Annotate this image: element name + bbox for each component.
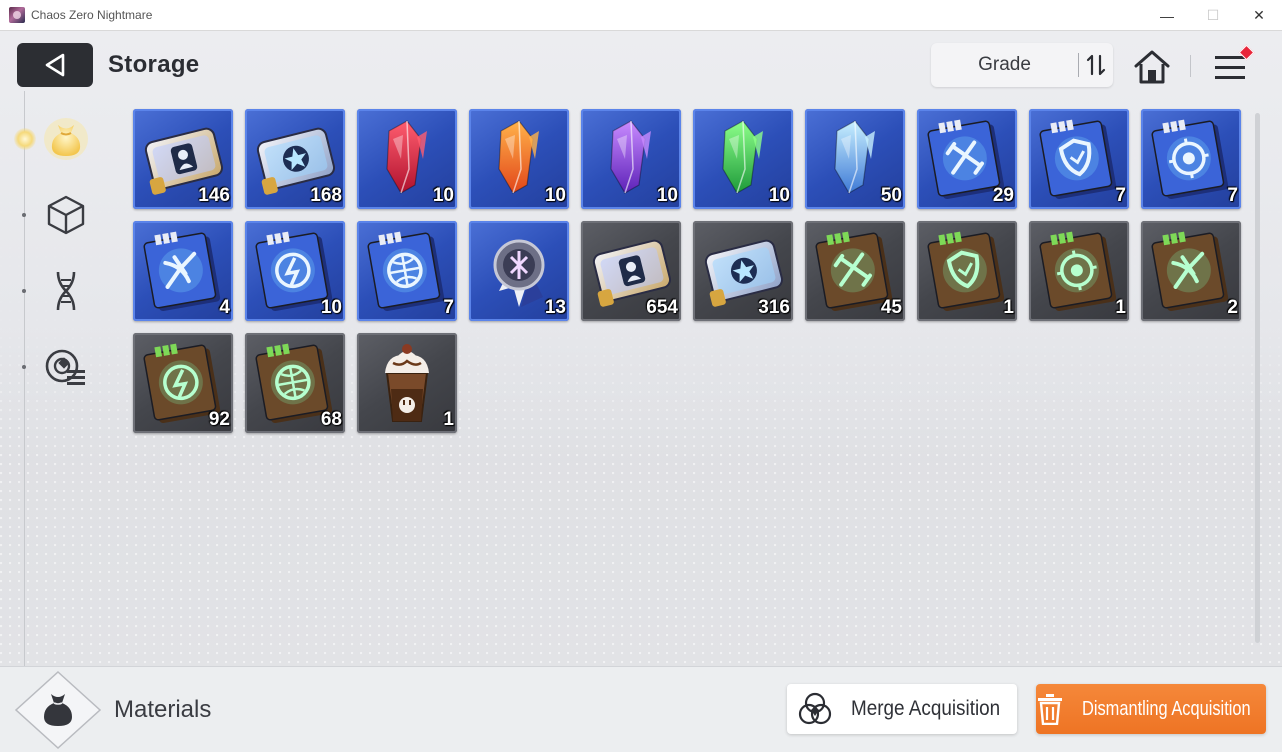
trash-icon — [1038, 694, 1062, 725]
sidebar-track — [24, 91, 25, 666]
item-count: 2 — [1227, 297, 1238, 318]
inventory-item[interactable]: 1 — [1029, 221, 1129, 321]
storage-screen: Storage Grade 146 168 10 10 10 10 50 29 … — [0, 31, 1282, 752]
item-count: 10 — [768, 185, 790, 206]
inventory-item[interactable]: 2 — [1141, 221, 1241, 321]
target-list-icon — [45, 349, 85, 385]
maximize-button[interactable]: ☐ — [1190, 0, 1236, 31]
item-count: 68 — [320, 409, 342, 430]
shield-book-icon — [1039, 119, 1117, 200]
sidebar-item-target-list[interactable] — [40, 341, 92, 393]
dismantling-acquisition-label: Dismantling Acquisition — [1082, 697, 1251, 720]
item-count: 1 — [1003, 297, 1014, 318]
eye-tome-icon — [1039, 231, 1117, 312]
item-count: 10 — [320, 297, 342, 318]
merge-acquisition-button[interactable]: Merge Acquisition — [787, 684, 1017, 734]
inventory-item[interactable]: 10 — [245, 221, 345, 321]
bottom-bar: Materials Merge Acquisition Dismantling … — [0, 666, 1282, 752]
item-count: 4 — [219, 297, 230, 318]
close-button[interactable]: ✕ — [1236, 0, 1282, 31]
sidebar-item-cube[interactable] — [40, 189, 92, 241]
divider — [1190, 55, 1191, 77]
inventory-item[interactable]: 68 — [245, 333, 345, 433]
sort-toggle-icon — [1086, 54, 1106, 76]
merge-acquisition-label: Merge Acquisition — [851, 697, 1001, 720]
item-count: 7 — [1115, 185, 1126, 206]
inventory-item[interactable]: 1 — [357, 333, 457, 433]
inventory-item[interactable]: 10 — [693, 109, 793, 209]
item-count: 10 — [432, 185, 454, 206]
item-count: 1 — [1115, 297, 1126, 318]
window-titlebar: Chaos Zero Nightmare — ☐ ✕ — [0, 0, 1282, 31]
sort-order-button[interactable] — [1079, 43, 1113, 87]
wing-book-icon — [143, 231, 221, 312]
dismantling-acquisition-button[interactable]: Dismantling Acquisition — [1036, 684, 1266, 734]
minimize-button[interactable]: — — [1144, 0, 1190, 31]
cube-icon — [47, 195, 85, 235]
globe-book-icon — [367, 231, 445, 312]
grade-sort-button[interactable]: Grade — [931, 43, 1078, 87]
inventory-item[interactable]: 316 — [693, 221, 793, 321]
inventory-item[interactable]: 1 — [917, 221, 1017, 321]
inventory-item[interactable]: 29 — [917, 109, 1017, 209]
inventory-item[interactable]: 92 — [133, 333, 233, 433]
item-count: 1 — [443, 409, 454, 430]
sidebar-active-indicator — [14, 128, 36, 150]
item-count: 7 — [443, 297, 454, 318]
sidebar-dot — [22, 289, 26, 293]
item-count: 13 — [544, 297, 566, 318]
frappe-icon — [385, 344, 429, 422]
item-count: 92 — [208, 409, 230, 430]
inventory-item[interactable]: 146 — [133, 109, 233, 209]
shield-tome-icon — [927, 231, 1005, 312]
inventory-item[interactable]: 7 — [1029, 109, 1129, 209]
inventory-item[interactable]: 10 — [469, 109, 569, 209]
back-button[interactable] — [17, 43, 93, 87]
eye-book-icon — [1151, 119, 1229, 200]
inventory-item[interactable]: 45 — [805, 221, 905, 321]
sidebar-dot — [22, 365, 26, 369]
dna-icon — [56, 271, 76, 311]
sidebar-item-dna[interactable] — [40, 265, 92, 317]
back-arrow-icon — [45, 53, 65, 77]
item-count: 10 — [544, 185, 566, 206]
inventory-item[interactable]: 7 — [357, 221, 457, 321]
wing-tome-icon — [1151, 231, 1229, 312]
item-count: 654 — [646, 297, 678, 318]
category-label: Materials — [114, 696, 212, 723]
sidebar-dot — [22, 213, 26, 217]
inventory-item[interactable]: 654 — [581, 221, 681, 321]
home-icon — [1134, 50, 1170, 84]
item-count: 10 — [656, 185, 678, 206]
pouch-icon — [44, 118, 88, 160]
window-controls: — ☐ ✕ — [1144, 0, 1282, 31]
inventory-item[interactable]: 10 — [581, 109, 681, 209]
home-button[interactable] — [1131, 47, 1173, 87]
window-title: Chaos Zero Nightmare — [31, 8, 153, 22]
inventory-item[interactable]: 10 — [357, 109, 457, 209]
merge-circles-icon — [799, 692, 832, 725]
item-count: 29 — [992, 185, 1014, 206]
grade-sort-control: Grade — [931, 43, 1113, 87]
item-count: 168 — [310, 185, 342, 206]
category-selector[interactable] — [14, 670, 102, 750]
inventory-item[interactable]: 7 — [1141, 109, 1241, 209]
sidebar-item-materials[interactable] — [40, 113, 92, 165]
inventory-item[interactable]: 50 — [805, 109, 905, 209]
inventory-item[interactable]: 13 — [469, 221, 569, 321]
inventory-item[interactable]: 4 — [133, 221, 233, 321]
item-grid: 146 168 10 10 10 10 50 29 7 7 4 10 7 13 … — [133, 109, 1243, 439]
item-count: 7 — [1227, 185, 1238, 206]
item-count: 45 — [880, 297, 902, 318]
item-count: 50 — [880, 185, 902, 206]
grid-scrollbar[interactable] — [1255, 113, 1260, 643]
item-count: 316 — [758, 297, 790, 318]
material-bag-icon — [14, 670, 102, 750]
app-logo-icon — [9, 7, 25, 23]
item-count: 146 — [198, 185, 230, 206]
page-title: Storage — [108, 51, 200, 78]
inventory-item[interactable]: 168 — [245, 109, 345, 209]
